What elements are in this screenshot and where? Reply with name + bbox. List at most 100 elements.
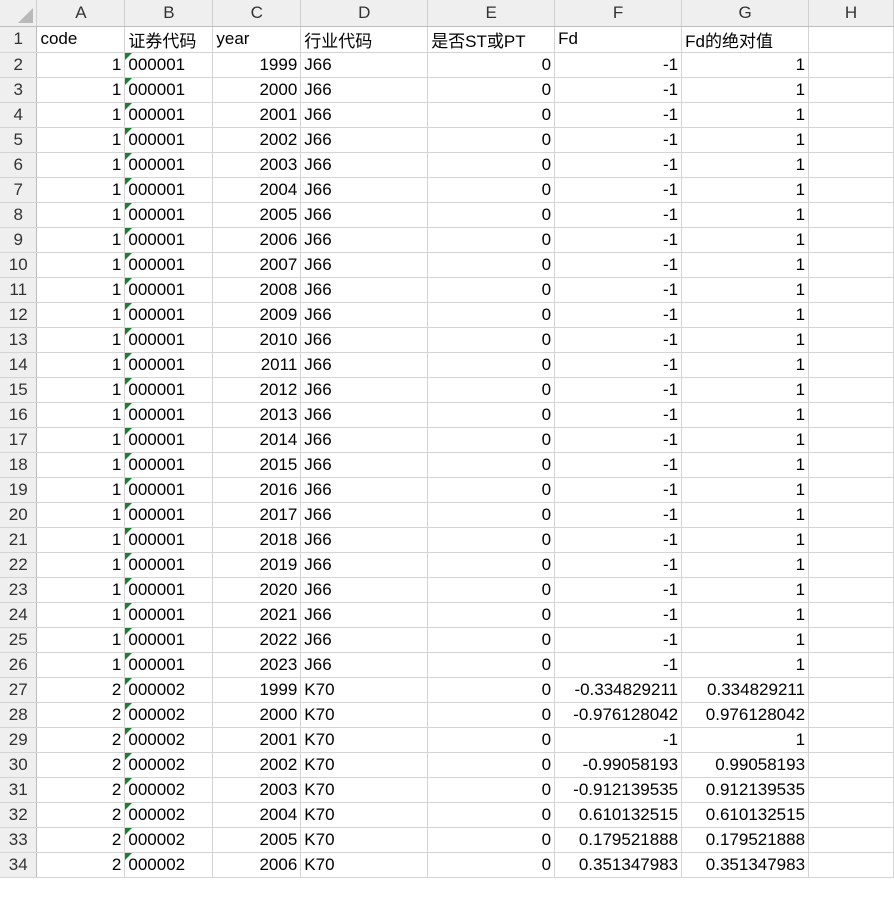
cell-empty[interactable] — [808, 827, 894, 853]
cell-fd[interactable]: -1 — [554, 252, 683, 278]
cell-fd[interactable]: -0.912139535 — [554, 777, 683, 803]
column-header-b[interactable]: B — [124, 0, 214, 27]
cell-empty[interactable] — [808, 752, 894, 778]
cell-st-flag[interactable]: 0 — [427, 627, 556, 653]
cell-code[interactable]: 1 — [36, 302, 126, 328]
cell-fd-abs[interactable]: 1 — [681, 277, 810, 303]
row-header[interactable]: 6 — [0, 152, 38, 178]
row-header[interactable]: 10 — [0, 252, 38, 278]
cell-code[interactable]: 2 — [36, 702, 126, 728]
row-header[interactable]: 3 — [0, 77, 38, 103]
cell-industry-code[interactable]: J66 — [300, 652, 429, 678]
cell-code[interactable]: 1 — [36, 327, 126, 353]
cell-year[interactable]: year — [212, 26, 302, 53]
cell-security-code[interactable]: 000001 — [124, 327, 214, 353]
cell-industry-code[interactable]: K70 — [300, 752, 429, 778]
row-header[interactable]: 33 — [0, 827, 38, 853]
cell-fd-abs[interactable]: 1 — [681, 52, 810, 78]
row-header[interactable]: 27 — [0, 677, 38, 703]
cell-fd-abs[interactable]: 0.179521888 — [681, 827, 810, 853]
cell-code[interactable]: 2 — [36, 852, 126, 878]
row-header[interactable]: 19 — [0, 477, 38, 503]
cell-empty[interactable] — [808, 152, 894, 178]
cell-year[interactable]: 2022 — [212, 627, 302, 653]
cell-fd[interactable]: -1 — [554, 477, 683, 503]
row-header[interactable]: 28 — [0, 702, 38, 728]
cell-empty[interactable] — [808, 452, 894, 478]
cell-year[interactable]: 2005 — [212, 202, 302, 228]
cell-fd[interactable]: -1 — [554, 427, 683, 453]
row-header[interactable]: 12 — [0, 302, 38, 328]
cell-year[interactable]: 2021 — [212, 602, 302, 628]
cell-code[interactable]: 1 — [36, 602, 126, 628]
cell-st-flag[interactable]: 0 — [427, 402, 556, 428]
cell-year[interactable]: 2023 — [212, 652, 302, 678]
cell-fd[interactable]: Fd — [554, 26, 683, 53]
cell-industry-code[interactable]: K70 — [300, 852, 429, 878]
cell-code[interactable]: 2 — [36, 752, 126, 778]
row-header[interactable]: 11 — [0, 277, 38, 303]
cell-year[interactable]: 2016 — [212, 477, 302, 503]
row-header[interactable]: 5 — [0, 127, 38, 153]
cell-code[interactable]: 1 — [36, 402, 126, 428]
cell-st-flag[interactable]: 0 — [427, 252, 556, 278]
cell-year[interactable]: 2000 — [212, 702, 302, 728]
cell-fd-abs[interactable]: 1 — [681, 427, 810, 453]
cell-year[interactable]: 2003 — [212, 152, 302, 178]
cell-security-code[interactable]: 000001 — [124, 227, 214, 253]
cell-fd-abs[interactable]: 1 — [681, 227, 810, 253]
row-header[interactable]: 22 — [0, 552, 38, 578]
row-header[interactable]: 18 — [0, 452, 38, 478]
cell-year[interactable]: 2001 — [212, 102, 302, 128]
cell-security-code[interactable]: 000001 — [124, 277, 214, 303]
cell-security-code[interactable]: 000001 — [124, 652, 214, 678]
cell-fd[interactable]: 0.179521888 — [554, 827, 683, 853]
cell-industry-code[interactable]: J66 — [300, 52, 429, 78]
row-header[interactable]: 14 — [0, 352, 38, 378]
cell-fd-abs[interactable]: 1 — [681, 477, 810, 503]
row-header[interactable]: 29 — [0, 727, 38, 753]
cell-security-code[interactable]: 000002 — [124, 752, 214, 778]
cell-fd[interactable]: -1 — [554, 52, 683, 78]
row-header[interactable]: 13 — [0, 327, 38, 353]
cell-fd[interactable]: -1 — [554, 652, 683, 678]
row-header[interactable]: 30 — [0, 752, 38, 778]
cell-industry-code[interactable]: J66 — [300, 252, 429, 278]
cell-fd-abs[interactable]: 1 — [681, 127, 810, 153]
cell-st-flag[interactable]: 0 — [427, 202, 556, 228]
cell-year[interactable]: 2018 — [212, 527, 302, 553]
cell-security-code[interactable]: 000002 — [124, 727, 214, 753]
cell-empty[interactable] — [808, 127, 894, 153]
cell-fd-abs[interactable]: 1 — [681, 527, 810, 553]
cell-st-flag[interactable]: 0 — [427, 677, 556, 703]
cell-industry-code[interactable]: J66 — [300, 552, 429, 578]
cell-security-code[interactable]: 000002 — [124, 827, 214, 853]
cell-code[interactable]: 1 — [36, 502, 126, 528]
cell-year[interactable]: 2006 — [212, 852, 302, 878]
cell-security-code[interactable]: 000002 — [124, 677, 214, 703]
cell-fd[interactable]: -1 — [554, 277, 683, 303]
cell-security-code[interactable]: 000001 — [124, 402, 214, 428]
cell-empty[interactable] — [808, 727, 894, 753]
row-header[interactable]: 7 — [0, 177, 38, 203]
cell-st-flag[interactable]: 0 — [427, 352, 556, 378]
cell-year[interactable]: 2014 — [212, 427, 302, 453]
cell-st-flag[interactable]: 0 — [427, 302, 556, 328]
cell-empty[interactable] — [808, 777, 894, 803]
cell-st-flag[interactable]: 0 — [427, 827, 556, 853]
cell-fd[interactable]: -1 — [554, 527, 683, 553]
cell-fd[interactable]: -1 — [554, 577, 683, 603]
cell-security-code[interactable]: 000001 — [124, 252, 214, 278]
cell-st-flag[interactable]: 0 — [427, 102, 556, 128]
cell-empty[interactable] — [808, 627, 894, 653]
cell-fd-abs[interactable]: 1 — [681, 402, 810, 428]
cell-fd-abs[interactable]: 1 — [681, 302, 810, 328]
cell-code[interactable]: 1 — [36, 277, 126, 303]
cell-industry-code[interactable]: J66 — [300, 352, 429, 378]
cell-year[interactable]: 2001 — [212, 727, 302, 753]
cell-security-code[interactable]: 000001 — [124, 177, 214, 203]
cell-empty[interactable] — [808, 227, 894, 253]
cell-fd-abs[interactable]: 1 — [681, 77, 810, 103]
cell-security-code[interactable]: 000001 — [124, 552, 214, 578]
cell-code[interactable]: 1 — [36, 427, 126, 453]
